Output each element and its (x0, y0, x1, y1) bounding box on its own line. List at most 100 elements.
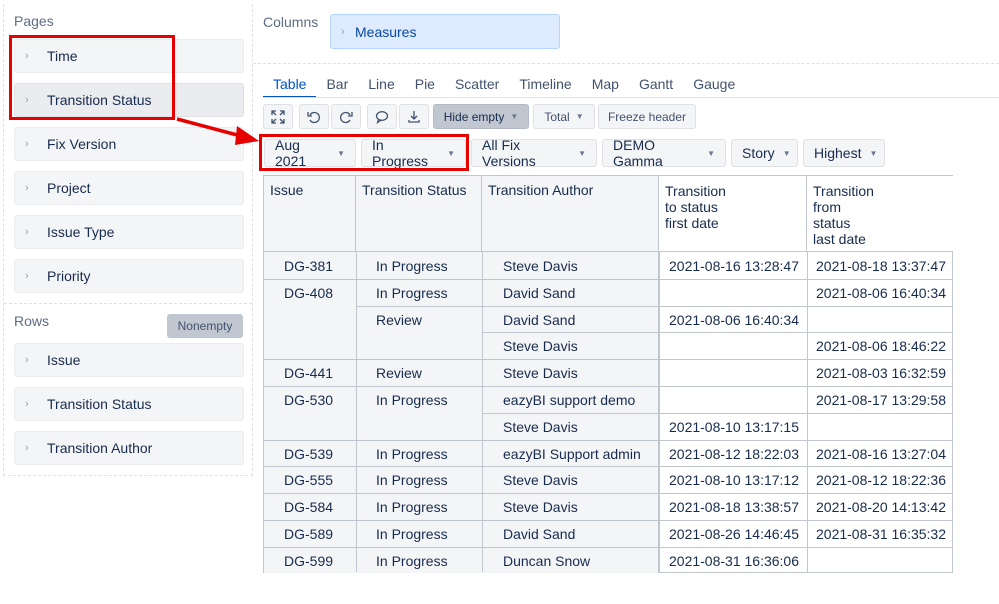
row-divider (356, 546, 482, 548)
section-divider (4, 303, 252, 304)
table-cell-from: 2021-08-18 13:37:47 (816, 258, 946, 274)
table-cell-status: In Progress (376, 499, 448, 516)
fullscreen-button[interactable] (263, 104, 293, 129)
row-divider (482, 493, 953, 495)
measures-pill[interactable]: › Measures (330, 14, 560, 49)
redo-button[interactable] (331, 104, 361, 129)
table-cell-author: eazyBI support demo (503, 392, 636, 408)
nonempty-button[interactable]: Nonempty (167, 314, 243, 338)
tab-gantt[interactable]: Gantt (629, 72, 683, 98)
pill-label: Transition Author (47, 440, 153, 456)
chevron-down-icon: ▼ (782, 148, 791, 158)
table-cell-to: 2021-08-26 14:46:45 (669, 526, 799, 542)
undo-button[interactable] (299, 104, 329, 129)
column-divider (356, 252, 357, 572)
table-cell-from: 2021-08-03 16:32:59 (816, 365, 946, 382)
hide-empty-button[interactable]: Hide empty ▼ (433, 104, 529, 129)
table-cell-from: 2021-08-20 14:13:42 (816, 499, 946, 516)
table-cell-author: Steve Davis (503, 499, 578, 516)
tab-map[interactable]: Map (582, 72, 629, 98)
table-cell-author: Steve Davis (503, 338, 578, 355)
table-cell-status: In Progress (376, 445, 448, 462)
header-transition-author[interactable]: Transition Author (482, 176, 659, 252)
columns-title: Columns (263, 14, 319, 30)
filter-priority[interactable]: Highest ▼ (803, 139, 885, 167)
tab-scatter[interactable]: Scatter (445, 72, 509, 98)
freeze-header-button[interactable]: Freeze header (598, 104, 696, 129)
row-divider (356, 305, 482, 307)
filter-issue-type[interactable]: Story ▼ (731, 139, 798, 167)
highlight-box-pages (9, 35, 175, 120)
row-divider (264, 520, 356, 521)
rows-item-issue[interactable]: › Issue (14, 343, 244, 377)
pill-label: Fix Version (47, 136, 117, 152)
table-cell-to: 2021-08-10 13:17:15 (669, 418, 799, 435)
column-divider (482, 252, 483, 572)
view-tabs: Table Bar Line Pie Scatter Timeline Map … (263, 72, 745, 98)
comment-icon (375, 110, 389, 124)
expand-icon (271, 109, 285, 124)
table-cell-issue: DG-408 (284, 284, 334, 301)
header-line: status (813, 215, 851, 231)
header-line: from (813, 199, 841, 215)
rows-title: Rows (14, 313, 50, 329)
pages-item-issue-type[interactable]: › Issue Type (14, 215, 244, 249)
table-cell-issue: DG-539 (284, 445, 334, 462)
tab-line[interactable]: Line (358, 72, 404, 98)
table-cell-author: Steve Davis (503, 472, 578, 489)
table-cell-author: David Sand (503, 526, 576, 542)
columns-divider (253, 63, 999, 64)
row-divider (356, 520, 482, 521)
table-cell-author: Steve Davis (503, 418, 578, 435)
header-line: last date (813, 231, 866, 247)
table-cell-author: eazyBI Support admin (503, 445, 641, 462)
row-divider (482, 332, 953, 334)
chevron-right-icon: › (25, 398, 29, 410)
table-cell-from: 2021-08-06 18:46:22 (816, 338, 946, 355)
chevron-down-icon: ▼ (575, 112, 584, 121)
table-cell-status: In Progress (376, 284, 448, 301)
row-divider (482, 278, 953, 280)
row-divider (482, 412, 953, 414)
filter-fix-version[interactable]: All Fix Versions ▼ (471, 137, 597, 169)
table-cell-from: 2021-08-06 16:40:34 (816, 284, 946, 301)
column-divider (807, 252, 808, 572)
header-from-status-last-date[interactable]: Transition from status last date (807, 176, 953, 252)
chevron-right-icon: › (25, 138, 29, 150)
total-label: Total (544, 109, 570, 124)
pill-label: Transition Status (47, 396, 152, 412)
tab-table[interactable]: Table (263, 72, 317, 98)
row-divider (356, 278, 482, 280)
pill-label: Priority (47, 268, 91, 284)
download-icon (408, 110, 420, 123)
table-cell-status: In Progress (376, 392, 448, 408)
pages-item-priority[interactable]: › Priority (14, 259, 244, 293)
header-to-status-first-date[interactable]: Transition to status first date (659, 176, 807, 252)
tab-timeline[interactable]: Timeline (509, 72, 581, 98)
redo-icon (340, 111, 353, 123)
rows-item-transition-author[interactable]: › Transition Author (14, 431, 244, 465)
chevron-right-icon: › (25, 442, 29, 454)
comment-button[interactable] (367, 104, 397, 129)
table-cell-to: 2021-08-06 16:40:34 (669, 311, 799, 328)
tab-gauge[interactable]: Gauge (683, 72, 745, 98)
table-cell-to: 2021-08-31 16:36:06 (669, 552, 799, 569)
tab-bar[interactable]: Bar (316, 72, 358, 98)
table-cell-to: 2021-08-12 18:22:03 (669, 445, 799, 462)
column-divider (659, 252, 660, 572)
table-cell-issue: DG-530 (284, 392, 334, 408)
header-transition-status[interactable]: Transition Status (356, 176, 482, 252)
chevron-down-icon: ▼ (707, 148, 715, 158)
rows-item-transition-status[interactable]: › Transition Status (14, 387, 244, 421)
hide-empty-label: Hide empty (443, 109, 505, 124)
row-divider (264, 278, 356, 280)
pages-item-project[interactable]: › Project (14, 171, 244, 205)
chevron-right-icon: › (25, 182, 29, 194)
total-button[interactable]: Total ▼ (533, 104, 595, 129)
export-button[interactable] (399, 104, 429, 129)
pill-label: Project (47, 180, 91, 196)
header-issue[interactable]: Issue (264, 176, 356, 252)
tab-pie[interactable]: Pie (405, 72, 445, 98)
filter-project[interactable]: DEMO Gamma ▼ (602, 137, 726, 169)
row-divider (482, 386, 953, 387)
